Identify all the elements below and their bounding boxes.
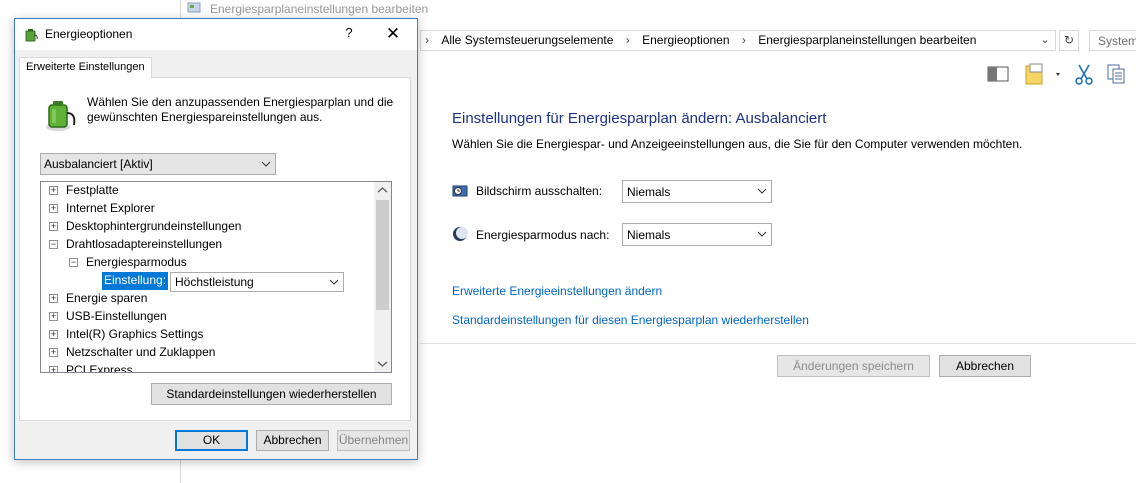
expand-icon[interactable]: + <box>49 186 58 195</box>
display-off-label: Bildschirm ausschalten: <box>476 184 603 198</box>
address-history-dropdown[interactable]: ⌄ <box>1037 32 1053 49</box>
setting-value: Höchstleistung <box>175 275 254 289</box>
page-subtitle: Wählen Sie die Energiespar- und Anzeigee… <box>452 137 1023 151</box>
refresh-button[interactable]: ↻ <box>1059 30 1079 51</box>
save-changes-button[interactable]: Änderungen speichern <box>777 355 930 377</box>
tree-item-label: Netzschalter und Zuklappen <box>66 345 216 359</box>
scroll-up-icon[interactable] <box>374 182 391 199</box>
display-off-select[interactable]: Niemals <box>622 180 772 203</box>
expand-icon[interactable]: + <box>49 366 58 372</box>
breadcrumb-power-options[interactable]: Energieoptionen <box>642 33 729 47</box>
restore-defaults-link[interactable]: Standardeinstellungen für diesen Energie… <box>452 313 809 327</box>
chevron-down-icon <box>757 231 767 237</box>
copy-icon[interactable] <box>1104 62 1128 86</box>
tree-item-label: Energiesparmodus <box>86 255 187 269</box>
tree-item-label: USB-Einstellungen <box>66 309 167 323</box>
dialog-title: Energieoptionen <box>45 27 133 41</box>
display-off-value: Niemals <box>627 185 671 199</box>
window-title: Energiesparplaneinstellungen bearbeiten <box>210 2 429 16</box>
collapse-icon[interactable]: − <box>49 240 58 249</box>
expand-icon[interactable]: + <box>49 294 58 303</box>
help-button[interactable]: ? <box>339 25 359 43</box>
collapse-icon[interactable]: − <box>69 258 78 267</box>
cancel-button[interactable]: Abbrechen <box>939 355 1031 377</box>
expand-icon[interactable]: + <box>49 222 58 231</box>
layout-pane-icon[interactable] <box>986 62 1010 86</box>
expand-icon[interactable]: + <box>49 348 58 357</box>
search-input[interactable]: System <box>1089 30 1136 51</box>
plan-select[interactable]: Ausbalanciert [Aktiv] <box>40 153 276 175</box>
tree-item-label: Intel(R) Graphics Settings <box>66 327 204 341</box>
sleep-value: Niemals <box>627 228 671 242</box>
expand-icon[interactable]: + <box>49 330 58 339</box>
tree-item-label: Energie sparen <box>66 291 148 305</box>
apply-button[interactable]: Übernehmen <box>337 430 410 451</box>
control-panel-icon <box>187 2 201 13</box>
expand-icon[interactable]: + <box>49 204 58 213</box>
scroll-down-icon[interactable] <box>374 355 391 372</box>
divider <box>420 343 1136 344</box>
tab-advanced-settings[interactable]: Erweiterte Einstellungen <box>19 57 152 78</box>
expand-icon[interactable]: + <box>49 312 58 321</box>
monitor-clock-icon <box>452 185 468 197</box>
restore-defaults-button[interactable]: Standardeinstellungen wiederherstellen <box>151 383 392 405</box>
chevron-right-icon: › <box>741 33 746 47</box>
setting-label: Einstellung: <box>102 272 169 290</box>
power-options-dialog: Energieoptionen ? ✕ Erweiterte Einstellu… <box>14 18 418 460</box>
moon-icon <box>453 227 468 241</box>
close-button[interactable]: ✕ <box>381 23 405 45</box>
power-options-icon <box>25 29 38 42</box>
tree-item-label: Internet Explorer <box>66 201 155 215</box>
tree-item-label: Festplatte <box>66 183 119 197</box>
chevron-down-icon <box>261 161 271 167</box>
dialog-intro: Wählen Sie den anzupassenden Energiespar… <box>87 95 394 124</box>
sleep-select[interactable]: Niemals <box>622 223 772 246</box>
dialog-cancel-button[interactable]: Abbrechen <box>256 430 329 451</box>
breadcrumb-edit-plan[interactable]: Energiesparplaneinstellungen bearbeiten <box>758 33 976 47</box>
breadcrumb-all-items[interactable]: Alle Systemsteuerungselemente <box>441 33 613 47</box>
sleep-label: Energiesparmodus nach: <box>476 228 610 242</box>
address-bar[interactable]: › Alle Systemsteuerungselemente › Energi… <box>420 30 1056 51</box>
chevron-down-icon <box>329 279 339 285</box>
scroll-thumb[interactable] <box>376 200 389 310</box>
tree-scrollbar[interactable] <box>374 182 391 372</box>
chevron-down-icon <box>757 188 767 194</box>
folder-options-icon[interactable] <box>1024 62 1064 86</box>
setting-select[interactable]: Höchstleistung <box>170 272 344 292</box>
plan-value: Ausbalanciert [Aktiv] <box>44 157 153 171</box>
battery-icon <box>46 101 76 131</box>
ok-button[interactable]: OK <box>175 430 248 451</box>
chevron-right-icon: › <box>425 33 429 47</box>
page-heading: Einstellungen für Energiesparplan ändern… <box>452 110 827 127</box>
settings-tree[interactable]: + Festplatte + Internet Explorer + Deskt… <box>40 181 392 373</box>
tree-item-label: Desktophintergrundeinstellungen <box>66 219 242 233</box>
tree-item-label: Drahtlosadaptereinstellungen <box>66 237 223 251</box>
advanced-settings-link[interactable]: Erweiterte Energieeinstellungen ändern <box>452 284 662 298</box>
chevron-right-icon: › <box>625 33 630 47</box>
cut-icon[interactable] <box>1072 62 1096 86</box>
tree-item-label: PCI Express <box>66 363 133 373</box>
search-placeholder: System <box>1098 34 1136 48</box>
